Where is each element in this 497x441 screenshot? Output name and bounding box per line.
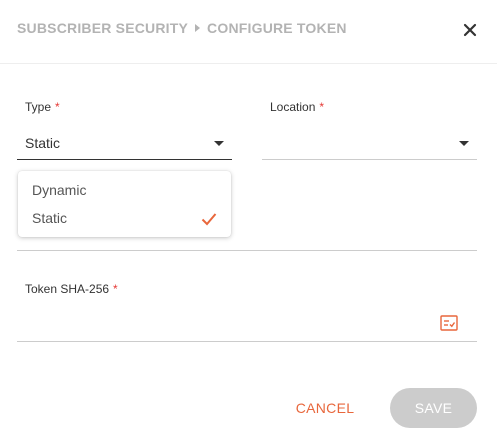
required-marker: * <box>113 282 118 296</box>
close-button[interactable] <box>460 20 480 40</box>
breadcrumb-parent[interactable]: SUBSCRIBER SECURITY <box>17 20 188 36</box>
breadcrumb-current: CONFIGURE TOKEN <box>207 20 347 36</box>
type-label-text: Type <box>25 100 52 114</box>
option-label: Dynamic <box>32 182 87 198</box>
dropdown-option-static[interactable]: Static <box>18 205 231 231</box>
configure-token-dialog: SUBSCRIBER SECURITY CONFIGURE TOKEN Type… <box>0 0 497 441</box>
type-label: Type * <box>25 100 60 114</box>
chevron-right-icon <box>195 24 201 32</box>
location-select-underline <box>262 159 477 160</box>
location-select[interactable] <box>262 130 477 156</box>
caret-down-icon <box>214 141 224 146</box>
token-label-text: Token SHA-256 <box>25 282 110 296</box>
token-list-icon[interactable] <box>440 315 458 331</box>
field-underline <box>17 250 477 251</box>
location-label: Location * <box>270 100 324 114</box>
token-input-underline <box>17 341 477 342</box>
save-button[interactable]: SAVE <box>390 388 477 428</box>
token-label: Token SHA-256 * <box>25 282 118 296</box>
location-label-text: Location <box>270 100 316 114</box>
breadcrumb: SUBSCRIBER SECURITY CONFIGURE TOKEN <box>17 20 347 36</box>
close-icon <box>463 23 477 37</box>
type-select-underline <box>17 159 232 160</box>
caret-down-icon <box>459 141 469 146</box>
type-select-value: Static <box>25 135 61 151</box>
type-dropdown-menu: Dynamic Static <box>18 171 231 237</box>
cancel-button[interactable]: CANCEL <box>283 390 367 426</box>
check-icon <box>201 213 217 226</box>
dialog-header: SUBSCRIBER SECURITY CONFIGURE TOKEN <box>0 0 497 64</box>
required-marker: * <box>55 100 60 114</box>
dropdown-option-dynamic[interactable]: Dynamic <box>18 177 231 203</box>
required-marker: * <box>319 100 325 114</box>
option-label: Static <box>32 210 68 226</box>
token-input[interactable] <box>17 310 437 336</box>
type-select[interactable]: Static <box>17 130 232 156</box>
